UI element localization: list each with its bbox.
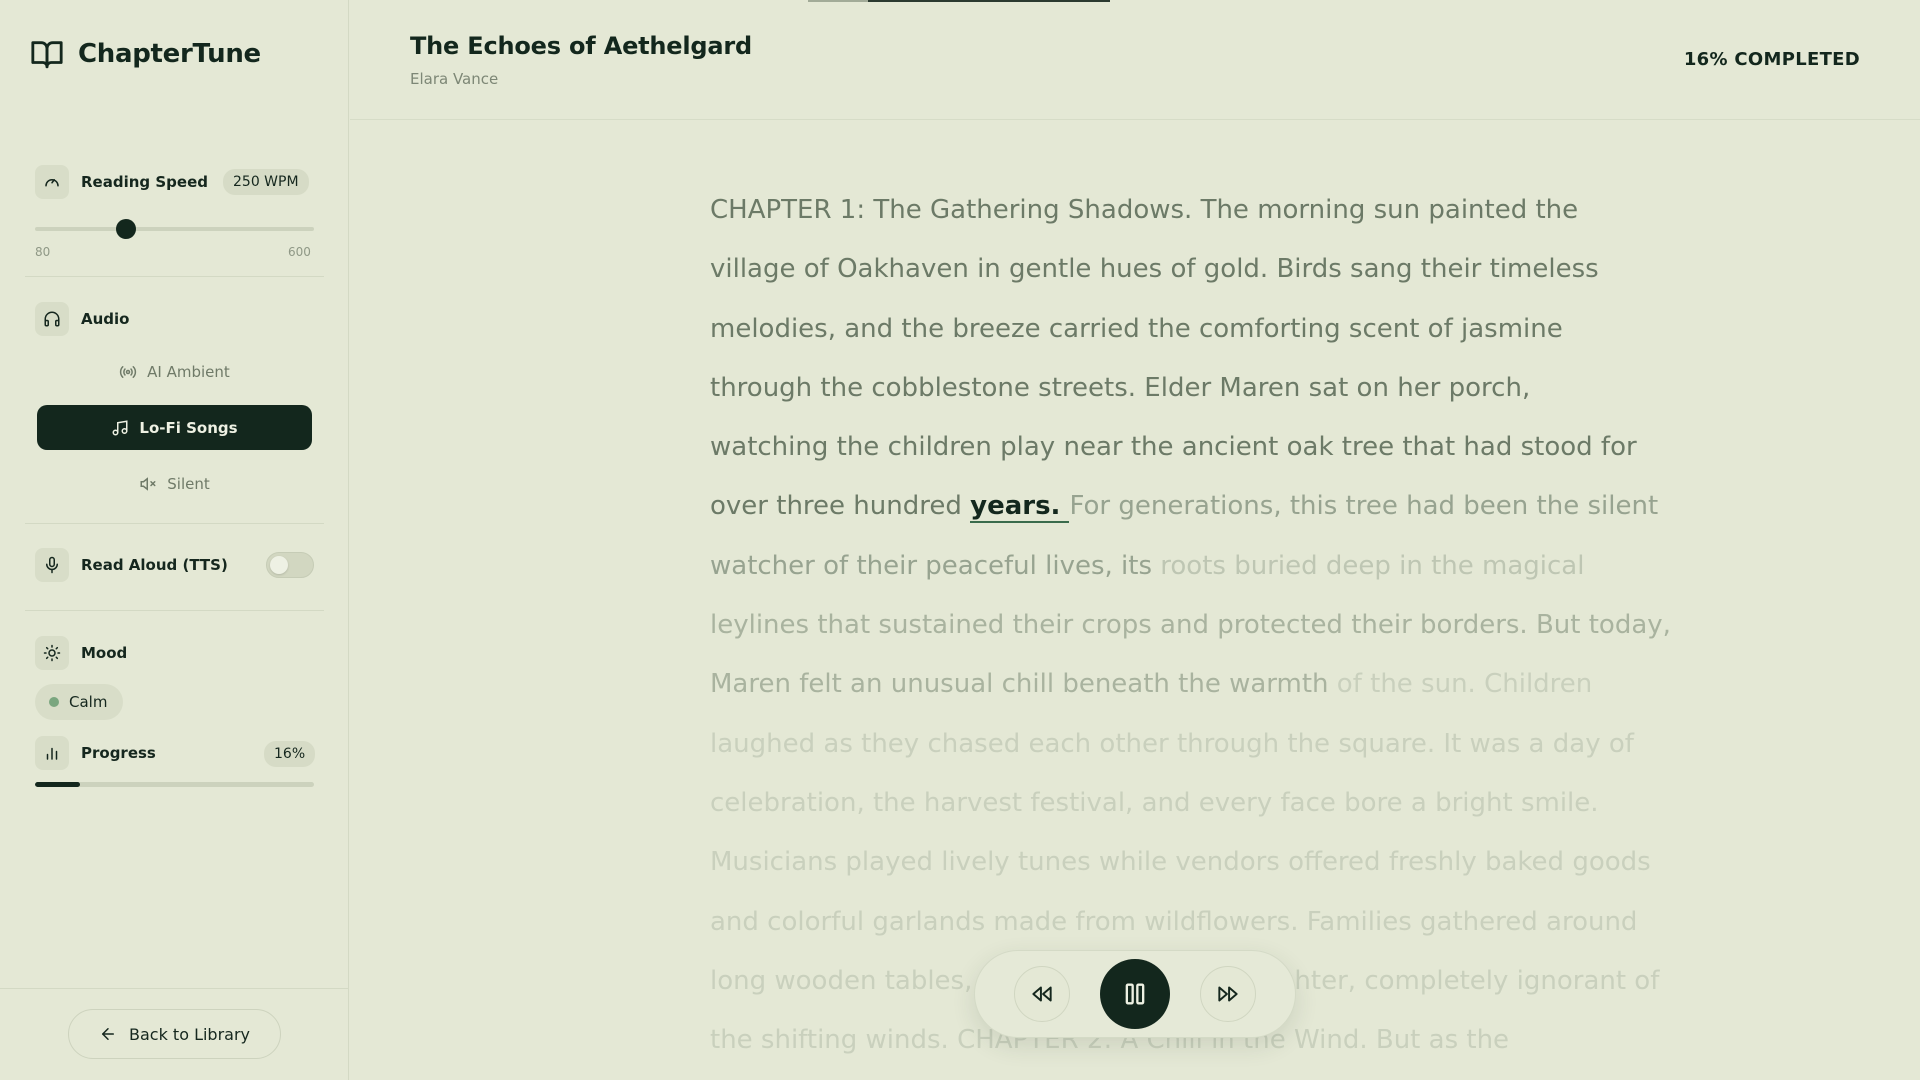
text-segment: roots buried deep in the magical [1160, 550, 1585, 581]
book-title: The Echoes of Aethelgard [410, 32, 752, 60]
text-segment: and colorful garlands made from wildflow… [710, 906, 1638, 937]
reading-speed-header: Reading Speed [35, 165, 208, 199]
text-segment: watching the children play near the anci… [710, 432, 1637, 463]
tts-toggle[interactable] [266, 552, 314, 578]
sidebar-footer-divider [0, 988, 349, 989]
fast-forward-button[interactable] [1200, 966, 1256, 1022]
text-segment: Maren felt an unusual chill beneath the … [710, 669, 1337, 700]
text-line: through the cobblestone streets. Elder M… [710, 359, 1580, 418]
app-name: ChapterTune [78, 39, 261, 69]
progress-value: 16% [264, 741, 316, 767]
progress-label: Progress [81, 744, 156, 762]
rewind-button[interactable] [1014, 966, 1070, 1022]
tts-header: Read Aloud (TTS) [35, 548, 228, 582]
text-line: celebration, the harvest festival, and e… [710, 774, 1599, 833]
progress-header: Progress [35, 736, 156, 770]
fast-forward-icon [1218, 986, 1238, 1002]
text-line: CHAPTER 1: The Gathering Shadows. The mo… [710, 181, 1580, 240]
audio-label: Audio [81, 310, 130, 328]
microphone-icon [35, 548, 69, 582]
audio-option-label: Silent [167, 474, 210, 493]
progress-bar-fill [35, 782, 80, 787]
pause-icon [1125, 983, 1145, 1005]
text-segment: For generations, this tree had been the … [1069, 491, 1659, 522]
mood-value: Calm [69, 693, 108, 711]
broadcast-icon [120, 365, 137, 378]
text-line: and colorful garlands made from wildflow… [710, 893, 1637, 952]
text-segment: leylines that sustained their crops and … [710, 610, 1671, 641]
text-segment: watcher of their peaceful lives, its [710, 550, 1161, 581]
mute-icon [140, 476, 156, 491]
audio-option-ai-ambient[interactable]: AI Ambient [37, 349, 312, 394]
text-segment: laughed as they chased each other throug… [710, 728, 1634, 759]
text-line: over three hundred years. For generation… [710, 477, 1658, 536]
text-line: laughed as they chased each other throug… [710, 715, 1634, 774]
toggle-knob [270, 556, 288, 574]
reading-speed-min: 80 [35, 245, 51, 259]
audio-header: Audio [35, 302, 129, 336]
text-segment: through the cobblestone streets. Elder M… [710, 372, 1531, 403]
text-line: Maren felt an unusual chill beneath the … [710, 655, 1592, 714]
text-segment: Musicians played lively tunes while vend… [710, 847, 1651, 878]
brand[interactable]: ChapterTune [30, 36, 261, 72]
book-author: Elara Vance [410, 70, 499, 88]
reading-speed-label: Reading Speed [81, 173, 208, 191]
text-segment: of the sun. Children [1336, 669, 1593, 700]
reading-speed-slider[interactable] [35, 219, 314, 239]
music-note-icon [112, 419, 128, 435]
reader-header: The Echoes of Aethelgard Elara Vance 16%… [350, 0, 1920, 120]
arrow-left-icon [101, 1028, 114, 1040]
text-segment: CHAPTER 1: The Gathering Shadows. The mo… [710, 195, 1579, 225]
text-line: village of Oakhaven in gentle hues of go… [710, 240, 1599, 299]
text-line: Musicians played lively tunes while vend… [710, 833, 1651, 892]
current-word: years. [970, 491, 1070, 524]
reading-text: CHAPTER 1: The Gathering Shadows. The mo… [710, 181, 1671, 1070]
reading-speed-max: 600 [288, 245, 311, 259]
text-line: leylines that sustained their crops and … [710, 596, 1671, 655]
audio-option-lo-fi-songs[interactable]: Lo-Fi Songs [37, 405, 312, 450]
back-to-library-label: Back to Library [128, 1024, 251, 1044]
text-line: watcher of their peaceful lives, its roo… [710, 537, 1584, 596]
completion-status: 16% COMPLETED [1683, 49, 1860, 70]
rewind-icon [1032, 986, 1052, 1002]
divider [25, 523, 324, 524]
progress-bar [35, 782, 314, 787]
sidebar: ChapterTune Reading Speed 250 WPM 80 600… [0, 0, 349, 1080]
audio-option-label: AI Ambient [147, 362, 230, 381]
text-segment: melodies, and the breeze carried the com… [710, 313, 1563, 344]
text-segment: celebration, the harvest festival, and e… [710, 787, 1599, 818]
divider [25, 610, 324, 611]
pause-button[interactable] [1100, 959, 1170, 1029]
audio-option-silent[interactable]: Silent [37, 461, 312, 506]
back-to-library-button[interactable]: Back to Library [68, 1009, 281, 1059]
headphones-icon [35, 302, 69, 336]
text-segment: village of Oakhaven in gentle hues of go… [710, 254, 1599, 285]
mood-header: Mood [35, 636, 127, 670]
bar-chart-icon [35, 736, 69, 770]
divider [25, 276, 324, 277]
tts-label: Read Aloud (TTS) [81, 556, 228, 574]
text-line: watching the children play near the anci… [710, 418, 1637, 477]
mood-label: Mood [81, 644, 128, 662]
reading-speed-value: 250 WPM [223, 169, 309, 195]
text-line: melodies, and the breeze carried the com… [710, 300, 1580, 359]
playback-controls [974, 950, 1296, 1038]
top-indicator-line-start [808, 0, 868, 2]
mood-dot [49, 697, 59, 707]
reading-speed-slider-thumb[interactable] [116, 219, 137, 239]
audio-option-label: Lo-Fi Songs [139, 418, 238, 437]
text-segment: over three hundred [710, 491, 971, 522]
sun-icon [35, 636, 69, 670]
speedometer-icon [35, 165, 69, 199]
mood-chip[interactable]: Calm [35, 684, 124, 720]
open-book-icon [31, 41, 63, 69]
